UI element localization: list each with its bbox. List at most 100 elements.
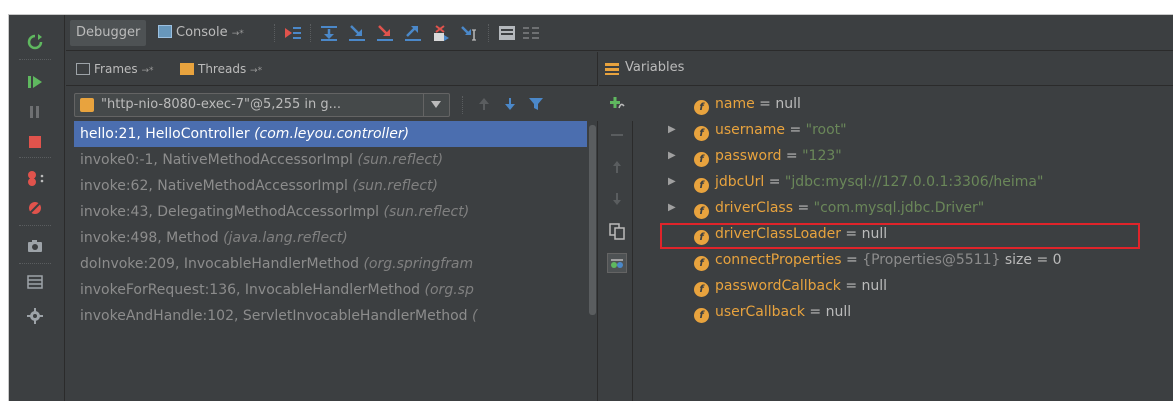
frame-row-2[interactable]: invoke:62, NativeMethodAccessorImpl (sun… xyxy=(74,173,587,199)
variable-equals: = xyxy=(793,200,814,216)
variable-row-passwordcallback[interactable]: f passwordCallback = null xyxy=(694,273,887,299)
thread-icon xyxy=(80,98,94,112)
variable-row-driverclass[interactable]: ▶ f driverClass = "com.mysql.jdbc.Driver" xyxy=(668,195,985,221)
mute-breakpoints-icon[interactable] xyxy=(23,197,47,219)
drop-frame-icon[interactable] xyxy=(432,24,450,42)
variable-name: jdbcUrl xyxy=(715,174,765,190)
tab-debugger[interactable]: Debugger xyxy=(70,20,147,46)
rerun-icon[interactable] xyxy=(23,31,47,53)
move-down-icon[interactable] xyxy=(607,189,627,209)
resume-icon[interactable] xyxy=(23,71,47,93)
frame-method: invokeForRequest:136, InvocableHandlerMe… xyxy=(80,282,421,298)
filter-icon[interactable] xyxy=(528,96,544,112)
stop-icon[interactable] xyxy=(23,131,47,153)
frame-package: (sun.reflect) xyxy=(383,204,470,220)
frame-row-1[interactable]: invoke0:-1, NativeMethodAccessorImpl (su… xyxy=(74,147,587,173)
expand-arrow-icon[interactable]: ▶ xyxy=(668,169,676,195)
show-execution-point-icon[interactable] xyxy=(284,24,302,42)
variable-equals: = xyxy=(804,304,826,320)
field-icon: f xyxy=(694,256,709,271)
variables-title: Variables xyxy=(625,60,685,75)
frame-row-4[interactable]: invoke:498, Method (java.lang.reflect) xyxy=(74,225,587,251)
thread-selector-row: "http-nio-8080-exec-7"@5,255 in g... xyxy=(66,87,598,121)
threads-icon xyxy=(180,63,194,75)
variable-row-username[interactable]: ▶ f username = "root" xyxy=(668,117,847,143)
frame-method: invoke:62, NativeMethodAccessorImpl xyxy=(80,178,348,194)
variable-name: connectProperties xyxy=(715,252,842,268)
pause-icon[interactable] xyxy=(23,101,47,123)
frames-list: hello:21, HelloController (com.leyou.con… xyxy=(66,121,587,401)
frame-method: invoke0:-1, NativeMethodAccessorImpl xyxy=(80,152,353,168)
tab-console[interactable]: Console →* xyxy=(152,20,250,46)
copy-icon[interactable] xyxy=(607,221,627,241)
console-pin-icon[interactable]: →* xyxy=(232,29,244,39)
frames-header: Frames →* Threads →* xyxy=(66,52,598,86)
frame-package: (org.springfram xyxy=(363,256,474,272)
variable-row-jdbcurl[interactable]: ▶ f jdbcUrl = "jdbc:mysql://127.0.0.1:330… xyxy=(668,169,1043,195)
frame-row-7[interactable]: invokeAndHandle:102, ServletInvocableHan… xyxy=(74,303,587,329)
expand-arrow-icon[interactable]: ▶ xyxy=(668,143,676,169)
frames-pin-icon[interactable]: →* xyxy=(141,66,153,76)
variables-icon xyxy=(605,63,619,75)
console-icon xyxy=(158,25,172,38)
show-watches-icon[interactable] xyxy=(607,253,627,273)
variable-value: "root" xyxy=(805,122,847,138)
frame-package: (org.sp xyxy=(424,282,474,298)
field-icon: f xyxy=(694,178,709,193)
field-icon: f xyxy=(694,282,709,297)
camera-icon[interactable] xyxy=(23,235,47,257)
step-over-icon[interactable] xyxy=(320,24,338,42)
chevron-down-icon[interactable] xyxy=(431,101,441,108)
variable-name: driverClass xyxy=(715,200,794,216)
expand-arrow-icon[interactable]: ▶ xyxy=(668,117,676,143)
view-breakpoints-icon[interactable] xyxy=(23,167,47,189)
dropdown-separator xyxy=(423,94,424,116)
force-step-into-icon[interactable] xyxy=(376,24,394,42)
variable-equals: = xyxy=(754,96,776,112)
restore-layout-icon[interactable] xyxy=(23,271,47,293)
field-icon: f xyxy=(694,308,709,323)
previous-frame-arrow-up-icon[interactable] xyxy=(476,96,492,112)
variable-equals: = xyxy=(785,122,806,138)
settings-gear-icon[interactable] xyxy=(23,305,47,327)
variable-name: userCallback xyxy=(715,304,805,320)
frames-scrollbar[interactable] xyxy=(587,121,598,401)
tab-frames[interactable]: Frames →* xyxy=(72,57,158,81)
step-out-icon[interactable] xyxy=(404,24,422,42)
variable-size: size = 0 xyxy=(1000,252,1062,268)
next-frame-arrow-down-icon[interactable] xyxy=(502,96,518,112)
variable-value: null xyxy=(861,278,888,294)
frames-icon xyxy=(76,63,90,75)
variable-value: null xyxy=(775,96,801,112)
tab-frames-label: Frames xyxy=(94,62,138,76)
variable-name: passwordCallback xyxy=(715,278,841,294)
scrollbar-thumb[interactable] xyxy=(589,125,596,315)
variable-row-name[interactable]: f name = null xyxy=(694,91,801,117)
evaluate-expression-icon[interactable] xyxy=(498,24,516,42)
frame-package: (sun.reflect) xyxy=(352,178,438,194)
move-up-icon[interactable] xyxy=(607,157,627,177)
tab-threads[interactable]: Threads →* xyxy=(176,57,266,81)
remove-watch-icon[interactable] xyxy=(607,125,627,145)
frame-row-5[interactable]: doInvoke:209, InvocableHandlerMethod (or… xyxy=(74,251,587,277)
variable-equals: = xyxy=(781,148,803,164)
field-icon: f xyxy=(694,152,709,167)
thread-selector-value: "http-nio-8080-exec-7"@5,255 in g... xyxy=(101,97,341,112)
frame-row-3[interactable]: invoke:43, DelegatingMethodAccessorImpl … xyxy=(74,199,587,225)
variable-row-usercallback[interactable]: f userCallback = null xyxy=(694,299,851,325)
tab-threads-label: Threads xyxy=(198,62,247,76)
variable-row-password[interactable]: ▶ f password = "123" xyxy=(668,143,842,169)
run-to-cursor-icon[interactable] xyxy=(460,24,478,42)
threads-pin-icon[interactable]: →* xyxy=(250,66,262,76)
frame-method: invokeAndHandle:102, ServletInvocableHan… xyxy=(80,308,468,324)
variable-value: "com.mysql.jdbc.Driver" xyxy=(813,200,985,216)
variable-row-connectproperties[interactable]: f connectProperties = {Properties@5511} s… xyxy=(694,247,1062,273)
new-watch-icon[interactable] xyxy=(607,93,627,113)
debug-tabbar: Debugger Console →* xyxy=(66,15,1173,51)
expand-arrow-icon[interactable]: ▶ xyxy=(668,195,676,221)
frame-row-0[interactable]: hello:21, HelloController (com.leyou.con… xyxy=(74,121,587,147)
step-into-icon[interactable] xyxy=(348,24,366,42)
frame-row-6[interactable]: invokeForRequest:136, InvocableHandlerMe… xyxy=(74,277,587,303)
trace-current-stream-icon[interactable] xyxy=(522,24,540,42)
thread-selector[interactable]: "http-nio-8080-exec-7"@5,255 in g... xyxy=(74,93,450,117)
